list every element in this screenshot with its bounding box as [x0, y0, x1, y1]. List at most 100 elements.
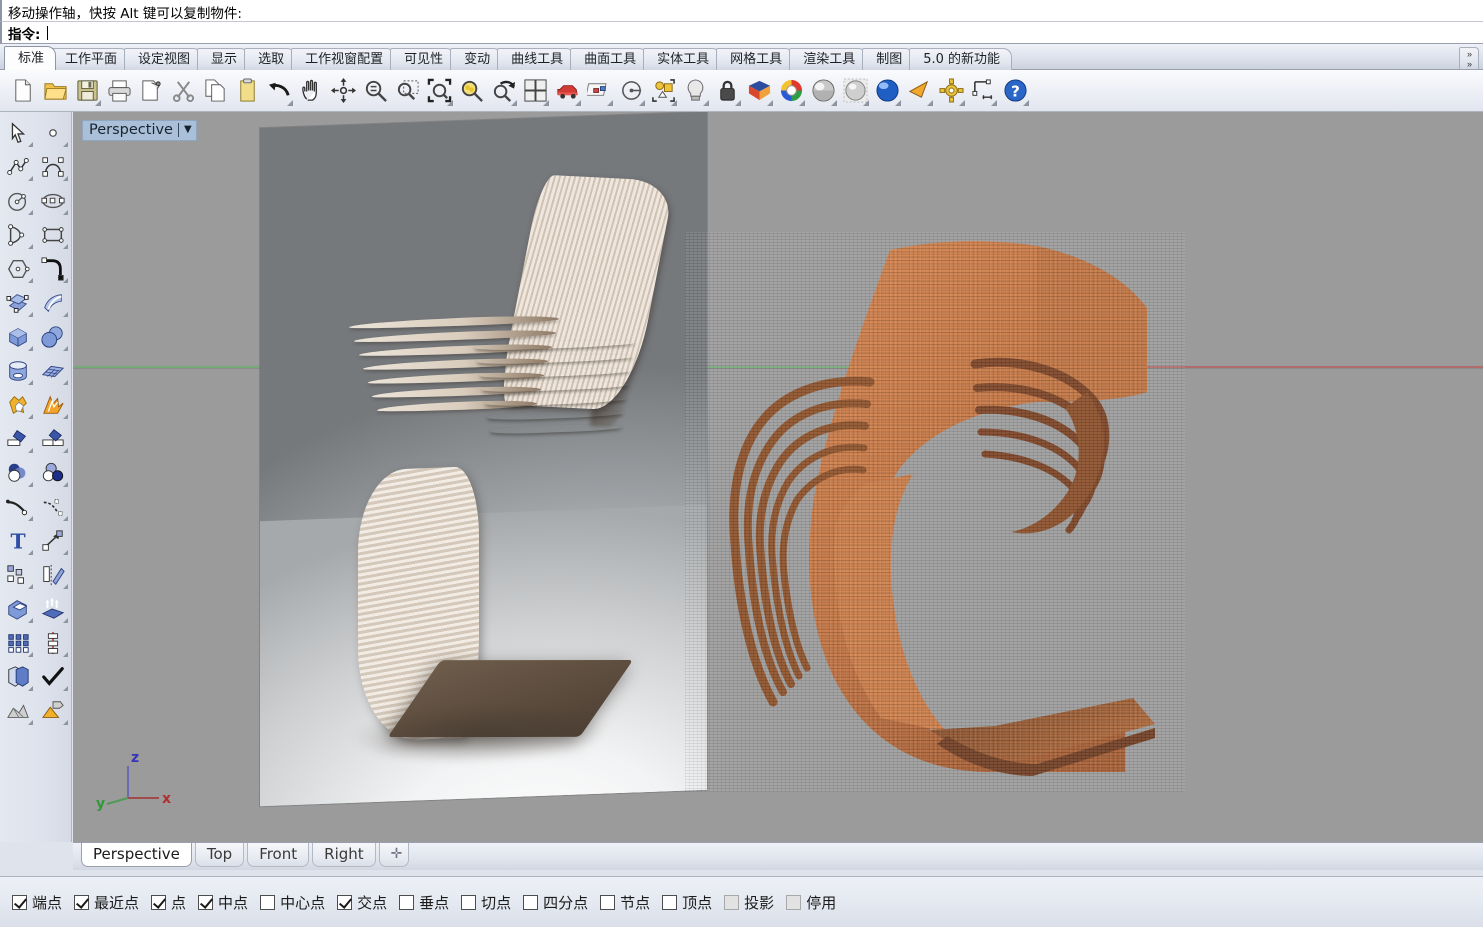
flyout-corner-icon[interactable]	[63, 142, 68, 147]
flyout-corner-icon[interactable]	[959, 99, 965, 106]
flyout-corner-icon[interactable]	[767, 99, 773, 106]
copy-pages-icon[interactable]	[199, 74, 231, 108]
boolean-tools-icon[interactable]	[0, 388, 36, 422]
flyout-corner-icon[interactable]	[27, 414, 33, 419]
osnap-item-7[interactable]: 切点	[461, 892, 511, 913]
ellipse-icon[interactable]	[36, 184, 72, 218]
pan-hand-icon[interactable]	[295, 74, 327, 108]
copy-object-icon[interactable]	[0, 660, 36, 694]
viewport-tab-right[interactable]: Right	[312, 843, 376, 867]
flyout-corner-icon[interactable]	[287, 99, 293, 106]
flyout-corner-icon[interactable]	[63, 210, 68, 215]
mesh-from-surface-icon[interactable]	[0, 694, 36, 728]
flyout-corner-icon[interactable]	[447, 99, 453, 106]
cap-solid-icon[interactable]	[0, 592, 36, 626]
undo-arrow-icon[interactable]	[263, 74, 295, 108]
toolbar-tab-7[interactable]: 变动	[450, 48, 503, 70]
toolbar-tab-0[interactable]: 标准	[4, 46, 57, 70]
zoom-extents-icon[interactable]	[423, 74, 455, 108]
sphere-solid-icon[interactable]	[36, 320, 72, 354]
osnap-checkbox[interactable]	[260, 894, 276, 910]
osnap-checkbox[interactable]	[198, 894, 214, 910]
surface-from-points-icon[interactable]	[0, 286, 36, 320]
chair-3d-model[interactable]	[685, 232, 1185, 792]
color-wheel-icon[interactable]	[775, 74, 807, 108]
viewport-layout-icon[interactable]	[519, 74, 551, 108]
flyout-corner-icon[interactable]	[63, 312, 68, 317]
circle-icon[interactable]	[0, 184, 36, 218]
explode-icon[interactable]	[36, 388, 72, 422]
flyout-corner-icon[interactable]	[63, 176, 68, 181]
toolbar-tab-2[interactable]: 设定视图	[124, 48, 203, 70]
mirror-icon[interactable]	[36, 558, 72, 592]
osnap-checkbox[interactable]	[786, 894, 802, 910]
zoom-selected-icon[interactable]	[455, 74, 487, 108]
toolbar-tab-5[interactable]: 工作视窗配置	[291, 48, 396, 70]
flyout-corner-icon[interactable]	[991, 99, 997, 106]
material-swatch-icon[interactable]	[743, 74, 775, 108]
flyout-corner-icon[interactable]	[63, 380, 68, 385]
options-gear-icon[interactable]	[935, 74, 967, 108]
perspective-viewport[interactable]: Perspective ▼ z x y	[73, 112, 1483, 842]
offset-curve-icon[interactable]	[0, 490, 36, 524]
reference-image-plane[interactable]	[260, 112, 707, 807]
boolean-union-icon[interactable]	[0, 456, 36, 490]
render-car-icon[interactable]	[551, 74, 583, 108]
toolbar-tab-12[interactable]: 渲染工具	[789, 48, 868, 70]
rotate-view-icon[interactable]	[327, 74, 359, 108]
osnap-checkbox[interactable]	[662, 894, 678, 910]
zoom-window-icon[interactable]	[391, 74, 423, 108]
viewport-tab-front[interactable]: Front	[247, 843, 310, 867]
flyout-corner-icon[interactable]	[703, 99, 709, 106]
osnap-checkbox[interactable]	[724, 894, 740, 910]
toolbar-tab-13[interactable]: 制图	[862, 48, 915, 70]
rectangular-array-icon[interactable]	[0, 626, 36, 660]
dimension-icon[interactable]	[967, 74, 999, 108]
flyout-corner-icon[interactable]	[27, 618, 33, 623]
split-icon[interactable]	[36, 422, 72, 456]
flyout-corner-icon[interactable]	[63, 686, 68, 691]
flyout-corner-icon[interactable]	[63, 346, 68, 351]
flyout-corner-icon[interactable]	[27, 346, 33, 351]
tabbar-overflow-icon[interactable]: »»	[1459, 47, 1479, 69]
osnap-checkbox[interactable]	[151, 894, 167, 910]
viewport-tab-top[interactable]: Top	[194, 843, 245, 867]
osnap-checkbox[interactable]	[523, 894, 539, 910]
toolbar-tab-10[interactable]: 实体工具	[643, 48, 722, 70]
flyout-corner-icon[interactable]	[63, 584, 68, 589]
flyout-corner-icon[interactable]	[27, 312, 33, 317]
toolbar-tab-1[interactable]: 工作平面	[51, 48, 130, 70]
osnap-item-12[interactable]: 停用	[786, 892, 836, 913]
polygon-icon[interactable]	[0, 252, 36, 286]
viewport-tab-perspective[interactable]: Perspective	[81, 843, 192, 867]
osnap-checkbox[interactable]	[600, 894, 616, 910]
toolbar-tab-9[interactable]: 曲面工具	[570, 48, 649, 70]
flyout-corner-icon[interactable]	[1023, 99, 1029, 106]
point-object-icon[interactable]	[36, 116, 72, 150]
flyout-corner-icon[interactable]	[927, 99, 933, 106]
flyout-corner-icon[interactable]	[863, 99, 869, 106]
toolbar-tab-11[interactable]: 网格工具	[716, 48, 795, 70]
osnap-item-4[interactable]: 中心点	[260, 892, 325, 913]
osnap-item-2[interactable]: 点	[151, 892, 186, 913]
osnap-checkbox[interactable]	[74, 894, 90, 910]
flat-shade-icon[interactable]	[903, 74, 935, 108]
flyout-corner-icon[interactable]	[511, 99, 517, 106]
copy-to-clipboard-icon[interactable]	[135, 74, 167, 108]
flyout-corner-icon[interactable]	[27, 686, 33, 691]
new-file-icon[interactable]	[7, 74, 39, 108]
arc-icon[interactable]	[0, 218, 36, 252]
flyout-corner-icon[interactable]	[27, 278, 33, 283]
flyout-corner-icon[interactable]	[27, 516, 33, 521]
toolbar-tab-6[interactable]: 可见性	[390, 48, 456, 70]
chevron-down-icon[interactable]: ▼	[184, 125, 192, 135]
flyout-corner-icon[interactable]	[27, 482, 33, 487]
extrude-planar-icon[interactable]	[36, 592, 72, 626]
open-folder-icon[interactable]	[39, 74, 71, 108]
osnap-item-10[interactable]: 顶点	[662, 892, 712, 913]
flyout-corner-icon[interactable]	[27, 652, 33, 657]
mesh-plane-icon[interactable]	[36, 354, 72, 388]
check-mark-icon[interactable]	[36, 660, 72, 694]
flyout-corner-icon[interactable]	[63, 720, 68, 725]
fillet-curve-icon[interactable]	[36, 252, 72, 286]
